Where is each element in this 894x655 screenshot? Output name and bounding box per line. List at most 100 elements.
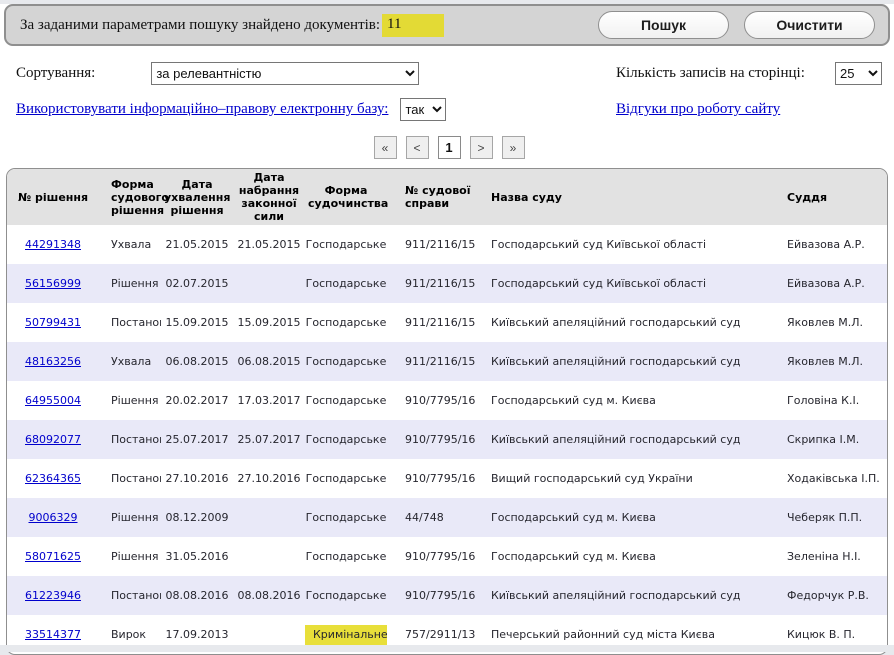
decision-form-cell: Постанова xyxy=(99,576,161,615)
per-page-select[interactable]: 25 xyxy=(835,62,882,85)
legal-base-link[interactable]: Використовувати інформаційно–правову еле… xyxy=(16,101,388,118)
decision-form-cell: Рішення xyxy=(99,381,161,420)
table-row: 50799431 Постанова 15.09.2015 15.09.2015… xyxy=(7,303,887,342)
header-decision-form: Форма судового рішення xyxy=(99,169,161,225)
summary-bar-buttons: Пошук Очистити xyxy=(598,11,875,39)
court-name-cell: Господарський суд Київської області xyxy=(475,264,775,303)
decision-form-cell: Ухвала xyxy=(99,225,161,264)
court-name-cell: Господарський суд Київської області xyxy=(475,225,775,264)
legal-base-select[interactable]: так xyxy=(400,98,446,121)
decision-link[interactable]: 33514377 xyxy=(25,628,81,641)
judge-cell: Головіна К.І. xyxy=(775,381,887,420)
judge-cell: Скрипка І.М. xyxy=(775,420,887,459)
feedback-link[interactable]: Відгуки про роботу сайту xyxy=(616,101,780,118)
case-number-cell: 911/2116/15 xyxy=(387,342,475,381)
jurisdiction-cell: Господарське xyxy=(305,264,387,303)
date-effective-cell: 25.07.2017 xyxy=(233,420,305,459)
date-effective-cell: 06.08.2015 xyxy=(233,342,305,381)
decision-link[interactable]: 50799431 xyxy=(25,316,81,329)
judge-cell: Зеленіна Н.І. xyxy=(775,537,887,576)
per-page-label: Кількість записів на сторінці: xyxy=(616,65,805,82)
date-effective-cell: 08.08.2016 xyxy=(233,576,305,615)
table-row: 68092077 Постанова 25.07.2017 25.07.2017… xyxy=(7,420,887,459)
case-number-cell: 911/2116/15 xyxy=(387,264,475,303)
judge-cell: Яковлев М.Л. xyxy=(775,303,887,342)
jurisdiction-value: Господарське xyxy=(306,433,387,446)
decision-number-cell: 64955004 xyxy=(7,381,99,420)
decision-number-cell: 48163256 xyxy=(7,342,99,381)
page-bottom-strip xyxy=(0,645,894,652)
decision-link[interactable]: 61223946 xyxy=(25,589,81,602)
jurisdiction-cell: Господарське xyxy=(305,225,387,264)
controls-row-1: Сортування: за релевантністю Кількість з… xyxy=(16,62,882,85)
decision-link[interactable]: 62364365 xyxy=(25,472,81,485)
sort-group: Сортування: за релевантністю xyxy=(16,62,616,85)
decision-number-cell: 68092077 xyxy=(7,420,99,459)
jurisdiction-value: Господарське xyxy=(306,550,387,563)
last-page-button[interactable]: » xyxy=(502,136,525,159)
prev-page-button[interactable]: < xyxy=(406,136,429,159)
jurisdiction-value: Господарське xyxy=(306,238,387,251)
decision-link[interactable]: 9006329 xyxy=(29,511,78,524)
table-row: 62364365 Постанова 27.10.2016 27.10.2016… xyxy=(7,459,887,498)
table-row: 56156999 Рішення 02.07.2015 Господарське… xyxy=(7,264,887,303)
judge-cell: Ейвазова А.Р. xyxy=(775,225,887,264)
court-name-cell: Господарський суд м. Києва xyxy=(475,498,775,537)
table-row: 61223946 Постанова 08.08.2016 08.08.2016… xyxy=(7,576,887,615)
case-number-cell: 911/2116/15 xyxy=(387,303,475,342)
jurisdiction-cell: Господарське xyxy=(305,459,387,498)
clear-button[interactable]: Очистити xyxy=(744,11,875,39)
jurisdiction-value: Господарське xyxy=(306,355,387,368)
search-button[interactable]: Пошук xyxy=(598,11,729,39)
date-adopted-cell: 31.05.2016 xyxy=(161,537,233,576)
date-adopted-cell: 02.07.2015 xyxy=(161,264,233,303)
court-name-cell: Київський апеляційний господарський суд xyxy=(475,576,775,615)
summary-bar: За заданими параметрами пошуку знайдено … xyxy=(4,4,890,46)
decision-link[interactable]: 44291348 xyxy=(25,238,81,251)
next-page-button[interactable]: > xyxy=(470,136,493,159)
date-adopted-cell: 08.08.2016 xyxy=(161,576,233,615)
sort-select[interactable]: за релевантністю xyxy=(151,62,419,85)
per-page-group: Кількість записів на сторінці: 25 xyxy=(616,62,882,85)
jurisdiction-value: Господарське xyxy=(306,589,387,602)
header-date-effective: Дата набрання законної сили xyxy=(233,169,305,225)
date-adopted-cell: 27.10.2016 xyxy=(161,459,233,498)
jurisdiction-value: Господарське xyxy=(306,394,387,407)
jurisdiction-value: Господарське xyxy=(306,511,387,524)
decision-link[interactable]: 58071625 xyxy=(25,550,81,563)
decision-link[interactable]: 64955004 xyxy=(25,394,81,407)
header-court-name: Назва суду xyxy=(475,169,775,225)
decision-form-cell: Рішення xyxy=(99,264,161,303)
decision-link[interactable]: 68092077 xyxy=(25,433,81,446)
date-adopted-cell: 08.12.2009 xyxy=(161,498,233,537)
date-effective-cell: 15.09.2015 xyxy=(233,303,305,342)
decision-link[interactable]: 48163256 xyxy=(25,355,81,368)
judge-cell: Ходаківська І.П. xyxy=(775,459,887,498)
results-table: № рішення Форма судового рішення Дата ух… xyxy=(7,169,887,654)
court-name-cell: Господарський суд м. Києва xyxy=(475,381,775,420)
case-number-cell: 910/7795/16 xyxy=(387,459,475,498)
decision-link[interactable]: 56156999 xyxy=(25,277,81,290)
case-number-cell: 910/7795/16 xyxy=(387,381,475,420)
jurisdiction-cell: Господарське xyxy=(305,420,387,459)
jurisdiction-value: Господарське xyxy=(306,472,387,485)
page-1-button[interactable]: 1 xyxy=(438,136,461,159)
case-number-cell: 910/7795/16 xyxy=(387,420,475,459)
decision-number-cell: 50799431 xyxy=(7,303,99,342)
date-adopted-cell: 06.08.2015 xyxy=(161,342,233,381)
judge-cell: Яковлев М.Л. xyxy=(775,342,887,381)
jurisdiction-value: Кримінальне xyxy=(305,625,387,645)
table-row: 58071625 Рішення 31.05.2016 Господарське… xyxy=(7,537,887,576)
header-judge: Суддя xyxy=(775,169,887,225)
results-table-container: № рішення Форма судового рішення Дата ух… xyxy=(6,168,888,655)
court-name-cell: Вищий господарський суд України xyxy=(475,459,775,498)
results-table-body: 44291348 Ухвала 21.05.2015 21.05.2015 Го… xyxy=(7,225,887,654)
decision-number-cell: 44291348 xyxy=(7,225,99,264)
case-number-cell: 44/748 xyxy=(387,498,475,537)
decision-form-cell: Рішення xyxy=(99,537,161,576)
sort-label: Сортування: xyxy=(16,65,95,82)
pagination: « < 1 > » xyxy=(16,136,882,159)
first-page-button[interactable]: « xyxy=(374,136,397,159)
date-effective-cell xyxy=(233,537,305,576)
decision-number-cell: 56156999 xyxy=(7,264,99,303)
